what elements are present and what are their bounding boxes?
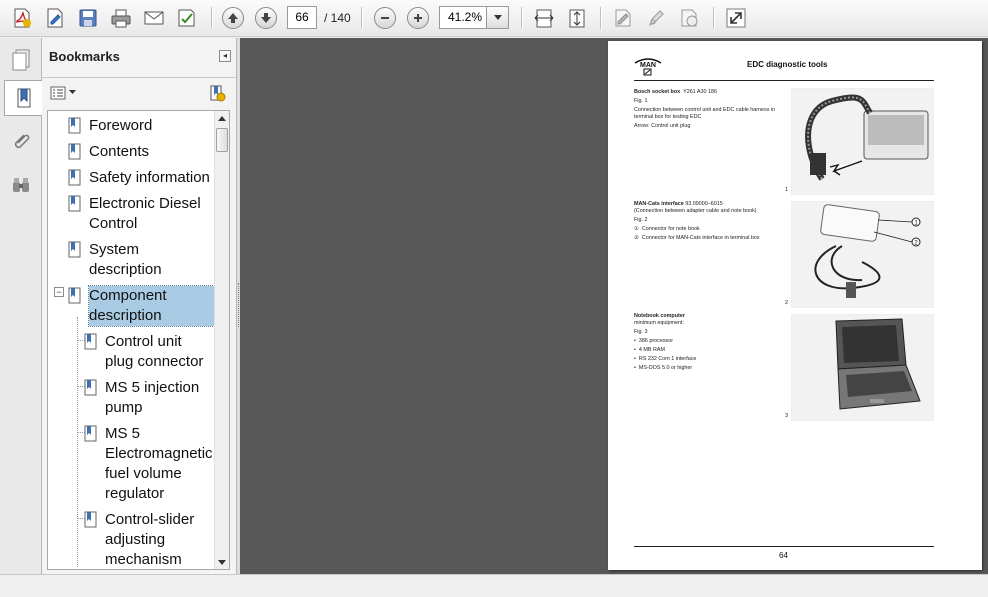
bookmark-label: Electronic Diesel Control xyxy=(89,195,201,232)
fit-width-icon[interactable] xyxy=(531,5,557,31)
edit-icon[interactable] xyxy=(42,5,68,31)
figure-number: 1 xyxy=(785,187,789,193)
sign-icon[interactable] xyxy=(610,5,636,31)
bookmark-options-button[interactable] xyxy=(50,84,78,102)
toolbar: 66 / 140 41.2% xyxy=(0,0,988,37)
bookmark-control-unit-plug-connector[interactable]: Control unit plug connector xyxy=(84,332,214,372)
bookmark-ms5-injection-pump[interactable]: MS 5 injection pump xyxy=(84,378,214,418)
bookmarks-panel-title: Bookmarks xyxy=(49,49,120,64)
previous-page-icon[interactable] xyxy=(220,5,246,31)
chevron-down-icon xyxy=(69,90,76,94)
navigation-pane-strip xyxy=(0,38,42,574)
scrollbar-thumb[interactable] xyxy=(216,128,228,152)
bookmark-label: Foreword xyxy=(89,117,153,134)
bookmark-component-description[interactable]: Component description xyxy=(68,285,218,327)
bookmark-icon xyxy=(68,117,81,134)
status-bar xyxy=(0,574,988,597)
bookmark-contents[interactable]: Contents xyxy=(68,142,218,162)
figure-socket-box xyxy=(791,88,934,195)
bookmark-icon xyxy=(68,169,81,186)
bookmark-label: Control-slider adjusting mechanism xyxy=(105,511,195,568)
figure-number: 2 xyxy=(785,300,789,306)
bookmark-label: MS 5 Electromagnetic fuel volume regulat… xyxy=(105,425,213,502)
bookmark-label: Safety information xyxy=(89,169,210,186)
bookmark-icon xyxy=(84,379,97,396)
collapse-panel-button[interactable]: ◂ xyxy=(219,50,231,62)
page-number-input[interactable]: 66 xyxy=(287,6,317,29)
bookmark-label: System description xyxy=(89,241,162,278)
bookmark-icon xyxy=(84,511,97,528)
bookmark-control-slider-adjusting-mechanism[interactable]: Control-slider adjusting mechanism xyxy=(84,510,214,569)
collapse-bookmark-toggle[interactable]: − xyxy=(54,287,64,297)
bookmark-ms5-fuel-volume-regulator[interactable]: MS 5 Electromagnetic fuel volume regulat… xyxy=(84,424,224,504)
page-header-title: EDC diagnostic tools xyxy=(747,60,828,69)
section-man-cats-interface: MAN-Cats interface 93.09000–6015 (Connect… xyxy=(634,201,760,241)
page-total-label: / 140 xyxy=(324,11,351,25)
bookmark-icon xyxy=(68,195,81,212)
bookmark-icon xyxy=(68,287,81,304)
new-bookmark-icon xyxy=(210,85,226,102)
bookmark-icon xyxy=(68,241,81,258)
save-icon[interactable] xyxy=(75,5,101,31)
options-list-icon xyxy=(50,86,66,100)
bookmarks-scrollbar[interactable] xyxy=(214,111,229,569)
page-number: 64 xyxy=(779,551,788,560)
pen-icon[interactable] xyxy=(643,5,669,31)
zoom-level-input[interactable]: 41.2% xyxy=(439,6,487,29)
create-pdf-icon[interactable] xyxy=(9,5,35,31)
attachments-icon[interactable] xyxy=(4,124,38,160)
scroll-up-icon[interactable] xyxy=(215,111,229,125)
zoom-in-icon[interactable] xyxy=(405,5,431,31)
bookmark-system-description[interactable]: System description xyxy=(68,240,218,280)
review-icon[interactable] xyxy=(174,5,200,31)
chevron-down-icon xyxy=(493,14,502,20)
bookmark-electronic-diesel-control[interactable]: Electronic Diesel Control xyxy=(68,194,218,234)
next-page-icon[interactable] xyxy=(253,5,279,31)
bookmarks-panel-icon[interactable] xyxy=(4,80,42,116)
section-notebook-computer: Notebook computer minimum equipment: Fig.… xyxy=(634,313,697,371)
bookmark-label: MS 5 injection pump xyxy=(105,379,200,416)
figure-number: 3 xyxy=(785,413,789,419)
zoom-dropdown-button[interactable] xyxy=(487,6,509,29)
bookmarks-panel: Bookmarks ◂ Foreword Contents Safety inf… xyxy=(42,38,237,574)
pdf-reader-window: 66 / 140 41.2% Bookmarks ◂ Foreword Cont… xyxy=(0,0,988,597)
bookmark-icon xyxy=(84,333,97,350)
zoom-out-icon[interactable] xyxy=(372,5,398,31)
new-bookmark-button[interactable] xyxy=(206,82,228,104)
print-icon[interactable] xyxy=(108,5,134,31)
bookmark-label: Component description xyxy=(88,285,215,327)
bookmark-foreword[interactable]: Foreword xyxy=(68,116,218,136)
search-binoculars-icon[interactable] xyxy=(4,168,38,204)
bookmark-icon xyxy=(68,143,81,160)
page-thumbnails-icon[interactable] xyxy=(4,42,38,78)
bookmarks-tree: Foreword Contents Safety information Ele… xyxy=(47,110,230,570)
scroll-down-icon[interactable] xyxy=(215,555,229,569)
bookmark-label: Contents xyxy=(89,143,150,160)
expand-icon[interactable] xyxy=(723,5,749,31)
section-bosch-socket-box: Bosch socket box Y261 A30 186 Fig. 1 Con… xyxy=(634,89,776,129)
document-view[interactable]: MAN EDC diagnostic tools Bosch socket bo… xyxy=(240,38,988,574)
figure-man-cats-interface: 1 2 xyxy=(791,201,934,308)
stamp-icon[interactable] xyxy=(676,5,702,31)
figure-notebook-computer xyxy=(791,314,934,421)
pdf-page: MAN EDC diagnostic tools Bosch socket bo… xyxy=(608,41,982,570)
bookmark-label: Control unit plug connector xyxy=(105,333,204,370)
bookmark-icon xyxy=(84,425,97,442)
fit-page-icon[interactable] xyxy=(564,5,590,31)
svg-text:MAN: MAN xyxy=(640,62,656,69)
man-logo: MAN xyxy=(634,55,662,77)
email-icon[interactable] xyxy=(141,5,167,31)
bookmark-safety-information[interactable]: Safety information xyxy=(68,168,228,188)
